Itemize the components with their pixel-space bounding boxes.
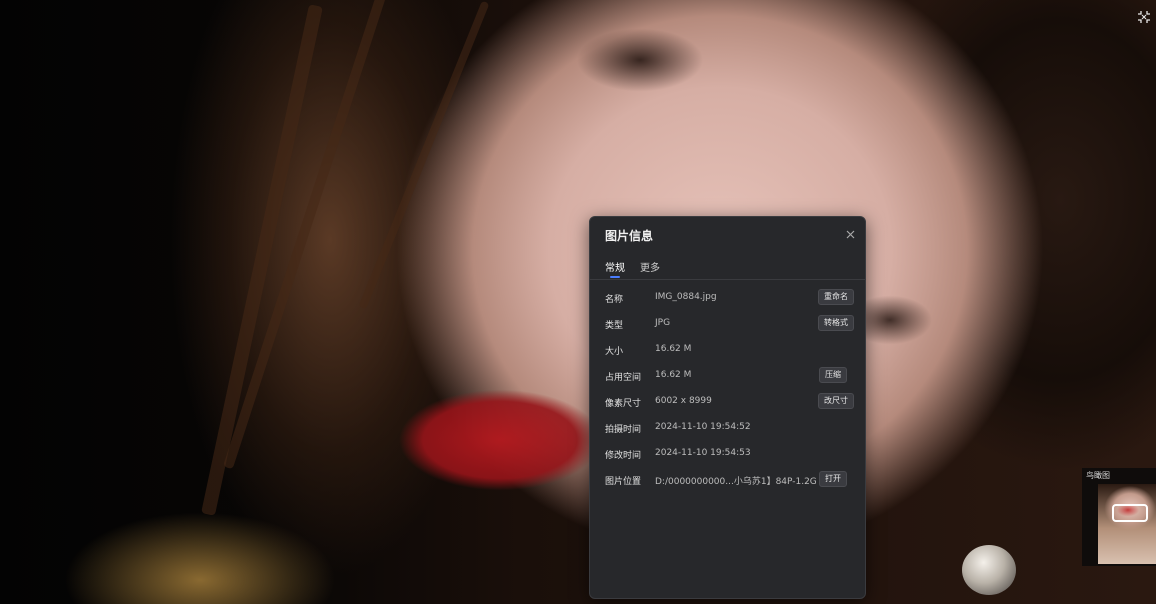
row-value: 2024-11-10 19:54:53 [655,448,751,458]
info-row-type: 类型 JPG 转格式 [590,315,865,335]
exit-fullscreen-button[interactable] [1135,8,1153,26]
navigator-panel[interactable]: 鸟瞰图 [1082,468,1156,566]
resize-button[interactable]: 改尺寸 [818,393,854,409]
row-value: JPG [655,318,671,328]
close-button[interactable] [843,227,857,241]
tab-bar: 常规 更多 [590,255,865,280]
exit-fullscreen-icon [1138,11,1150,23]
tab-general[interactable]: 常规 [605,259,625,274]
photo-canvas[interactable] [0,0,1156,604]
dialog-title: 图片信息 [605,229,654,243]
row-value: 16.62 M [655,344,692,354]
row-label: 像素尺寸 [605,399,642,409]
row-value: 16.62 M [655,370,692,380]
rename-button[interactable]: 重命名 [818,289,854,305]
navigator-viewport-handle[interactable] [1112,504,1148,522]
info-row-disk-usage: 占用空间 16.62 M 压缩 [590,367,865,387]
image-info-dialog: 图片信息 常规 更多 名称 IMG_0884.jpg 重命名 类型 JPG 转格… [589,216,866,599]
row-label: 大小 [605,347,624,357]
open-folder-button[interactable]: 打开 [819,471,847,487]
convert-format-button[interactable]: 转格式 [818,315,854,331]
tab-more[interactable]: 更多 [640,259,660,274]
navigator-title: 鸟瞰图 [1086,471,1110,480]
row-label: 名称 [605,295,624,305]
compress-button[interactable]: 压缩 [819,367,847,383]
active-tab-indicator [610,276,620,278]
row-value: IMG_0884.jpg [655,292,717,302]
photo-detail [358,0,490,310]
photo-detail [962,545,1016,595]
info-row-location: 图片位置 D:/0000000000...小乌苏1】84P-1.2G 打开 [590,471,865,491]
info-row-capture-time: 拍摄时间 2024-11-10 19:54:52 [590,419,865,439]
info-row-size: 大小 16.62 M [590,341,865,361]
row-label: 类型 [605,321,624,331]
image-viewer: 鸟瞰图 图片信息 常规 更多 名称 IMG_0884.jpg 重命名 类型 JP… [0,0,1156,604]
row-label: 拍摄时间 [605,425,642,435]
row-label: 修改时间 [605,451,642,461]
info-row-name: 名称 IMG_0884.jpg 重命名 [590,289,865,309]
row-label: 图片位置 [605,477,642,487]
photo-detail [201,4,323,516]
row-value: 6002 x 8999 [655,396,712,406]
close-icon [846,230,854,238]
file-path: D:/0000000000...小乌苏1】84P-1.2G [655,477,817,487]
info-row-modified-time: 修改时间 2024-11-10 19:54:53 [590,445,865,465]
row-label: 占用空间 [605,373,642,383]
row-value: 2024-11-10 19:54:52 [655,422,751,432]
navigator-thumbnail[interactable] [1098,484,1156,564]
info-row-dimensions: 像素尺寸 6002 x 8999 改尺寸 [590,393,865,413]
